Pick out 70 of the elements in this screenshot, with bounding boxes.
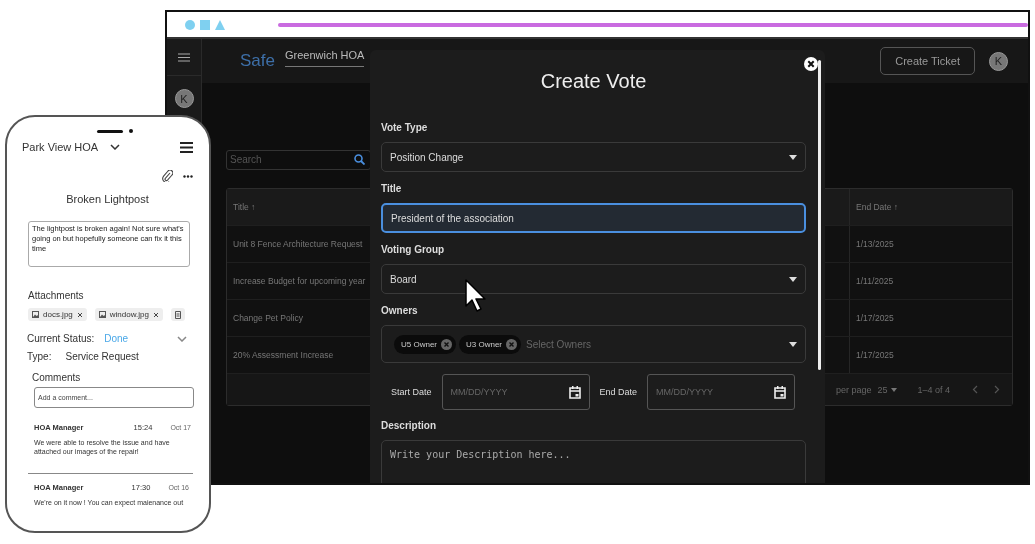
select-field[interactable]: Position Change bbox=[381, 142, 806, 172]
multi-select-field[interactable]: U5 Owner U3 Owner Select Owners bbox=[381, 325, 806, 363]
textarea-field[interactable]: Write your Description here... bbox=[381, 440, 806, 483]
remove-icon[interactable] bbox=[506, 338, 518, 350]
field-label: Title bbox=[381, 183, 403, 196]
chevron-left-icon[interactable] bbox=[972, 385, 978, 394]
calendar-icon[interactable] bbox=[774, 385, 787, 399]
brand-logo: Safe bbox=[240, 51, 275, 71]
paperclip-icon[interactable] bbox=[162, 170, 173, 182]
section-label: Attachments bbox=[28, 290, 85, 301]
field-label: Type: bbox=[27, 351, 52, 362]
close-icon[interactable] bbox=[804, 57, 818, 71]
scrollbar[interactable] bbox=[818, 60, 821, 370]
hoa-selector[interactable]: Park View HOA bbox=[22, 141, 99, 153]
avatar[interactable]: K bbox=[174, 89, 194, 108]
caret-icon bbox=[891, 387, 898, 392]
table-cell: Change Pet Policy bbox=[233, 313, 303, 323]
camera-dot bbox=[129, 129, 133, 133]
table-cell: 1/17/2025 bbox=[856, 313, 894, 323]
search-field[interactable]: Search bbox=[226, 149, 371, 170]
image-icon bbox=[98, 311, 106, 318]
field-label: End Date bbox=[599, 387, 638, 397]
table-cell: Increase Budget for upcoming year bbox=[233, 276, 366, 286]
field-value: Service Request bbox=[65, 351, 139, 362]
table-cell: 1/11/2025 bbox=[856, 276, 894, 286]
page-range: 1–4 of 4 bbox=[917, 384, 950, 395]
attachment-chip[interactable] bbox=[170, 308, 185, 321]
rows-per-page-label: per page bbox=[835, 384, 872, 395]
menu-icon[interactable] bbox=[178, 52, 190, 62]
chevron-down-icon[interactable] bbox=[110, 144, 121, 150]
caret-icon bbox=[789, 276, 797, 282]
field-label: Vote Type bbox=[381, 122, 429, 135]
owner-chip[interactable]: U3 Owner bbox=[459, 334, 522, 354]
remove-icon[interactable] bbox=[76, 311, 83, 318]
image-icon bbox=[32, 311, 39, 318]
field-label: Current Status: bbox=[27, 333, 95, 344]
more-icon[interactable] bbox=[183, 174, 193, 178]
select-field[interactable]: Board bbox=[381, 264, 806, 294]
section-label: Comments bbox=[32, 372, 82, 383]
triangle-icon bbox=[214, 19, 225, 30]
document-icon bbox=[174, 310, 181, 319]
attachment-chip[interactable]: window.jpg bbox=[94, 308, 163, 321]
table-cell: 20% Assessment Increase bbox=[233, 350, 334, 360]
input-field[interactable]: President of the association bbox=[381, 203, 806, 233]
field-label: Description bbox=[381, 420, 437, 433]
field-label: Owners bbox=[381, 305, 419, 318]
caret-icon bbox=[789, 341, 797, 347]
avatar[interactable]: K bbox=[989, 51, 1008, 71]
ticket-title: Broken Lightpost bbox=[65, 193, 150, 205]
create-ticket-button[interactable]: Create Ticket bbox=[880, 47, 975, 75]
owner-chip[interactable]: U5 Owner bbox=[394, 334, 456, 354]
search-icon[interactable] bbox=[354, 154, 365, 165]
column-header[interactable]: End Date ↑ bbox=[849, 189, 1012, 225]
table-cell: Unit 8 Fence Architecture Request bbox=[233, 239, 363, 249]
remove-icon[interactable] bbox=[441, 338, 452, 350]
attachment-chip[interactable]: docs.jpg bbox=[28, 308, 87, 321]
table-cell: 1/17/2025 bbox=[856, 350, 894, 360]
placeholder-text: Select Owners bbox=[526, 338, 592, 350]
mouse-pointer-icon bbox=[465, 279, 487, 313]
table-cell: 1/13/2025 bbox=[856, 239, 894, 249]
chevron-right-icon[interactable] bbox=[994, 385, 1000, 394]
field-label: Voting Group bbox=[381, 244, 446, 257]
remove-icon[interactable] bbox=[152, 311, 159, 318]
speaker-slot bbox=[97, 129, 123, 133]
calendar-icon[interactable] bbox=[568, 385, 581, 399]
menu-icon[interactable] bbox=[180, 141, 193, 153]
dialog-title: Create Vote bbox=[539, 70, 648, 94]
hoa-selector[interactable]: Greenwich HOA bbox=[285, 49, 365, 67]
field-label: Start Date bbox=[391, 387, 432, 397]
caret-icon bbox=[789, 154, 797, 160]
